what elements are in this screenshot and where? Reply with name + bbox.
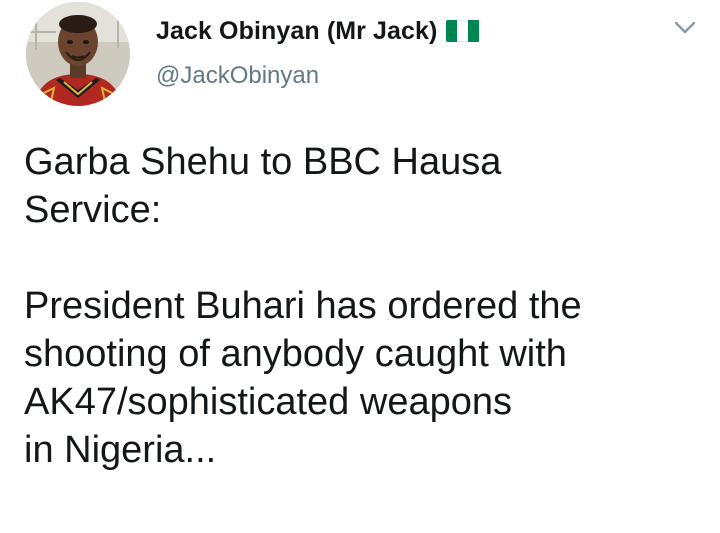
nigeria-flag-icon	[445, 20, 480, 42]
tweet-text: Garba Shehu to BBC Hausa Service: Presid…	[24, 141, 582, 471]
tweet-card: Jack Obinyan (Mr Jack) @JackObinyan Garb…	[0, 0, 720, 533]
user-handle[interactable]: @JackObinyan	[156, 62, 480, 90]
author-name-row: Jack Obinyan (Mr Jack)	[156, 14, 480, 48]
display-name[interactable]: Jack Obinyan (Mr Jack)	[156, 17, 438, 46]
profile-photo	[26, 2, 130, 106]
chevron-down-icon[interactable]	[672, 18, 698, 38]
avatar[interactable]	[26, 2, 130, 106]
tweet-author[interactable]: Jack Obinyan (Mr Jack) @JackObinyan	[156, 14, 480, 90]
